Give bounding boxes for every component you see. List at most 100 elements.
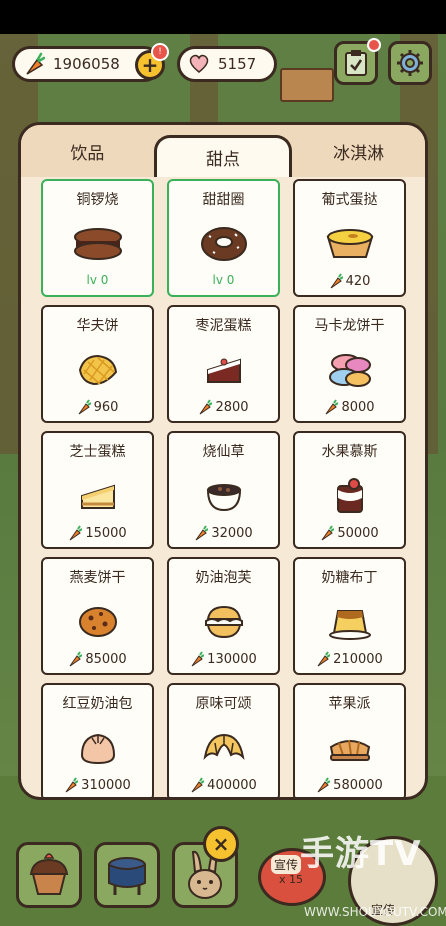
heart-currency: 5157 [177,46,277,82]
item-name: 奶油泡芙 [195,570,252,586]
carrot-icon [191,777,205,793]
gear-icon [397,50,423,76]
item-name: 甜甜圈 [202,192,245,208]
item-card-grass-jelly[interactable]: 烧仙草 32000 [167,431,280,549]
item-price: 32000 [169,525,278,541]
item-price: 8000 [295,399,404,415]
item-price: 310000 [43,777,152,793]
heart-count: 5157 [218,55,257,73]
item-name: 枣泥蛋糕 [195,318,252,334]
grass-jelly-icon [197,475,251,517]
date-cake-icon [197,349,251,391]
item-name: 马卡龙饼干 [314,318,385,334]
item-card-macaron[interactable]: 马卡龙饼干 8000 [293,305,406,423]
waffle-icon [71,349,125,391]
settings-button[interactable] [388,41,432,85]
donut-icon [197,223,251,265]
carrot-icon [191,651,205,667]
notice-dot [367,38,381,52]
item-price: 400000 [169,777,278,793]
item-card-pudding[interactable]: 奶糖布丁 210000 [293,557,406,675]
shop-panel: 饮品 甜点 冰淇淋 铜锣烧 lv 0 甜甜圈 lv 0 葡式蛋挞 420 华夫饼… [18,122,428,800]
item-name: 原味可颂 [195,696,252,712]
bun-icon [71,727,125,769]
tab-drinks[interactable]: 饮品 [21,125,154,177]
watermark-logo: 手游TV [300,834,422,874]
clipboard-icon [345,50,367,76]
item-name: 苹果派 [328,696,371,712]
carrot-icon [321,525,335,541]
carrot-icon [200,399,213,415]
carrot-icon [65,777,79,793]
item-price: 210000 [295,651,404,667]
macaron-icon [323,349,377,391]
carrot-icon [195,525,209,541]
item-grid: 铜锣烧 lv 0 甜甜圈 lv 0 葡式蛋挞 420 华夫饼 960 枣泥蛋糕 … [41,179,407,797]
carrot-currency: 1906058 + ! [12,43,169,82]
tab-ice-cream[interactable]: 冰淇淋 [292,125,425,177]
item-name: 芝士蛋糕 [69,444,126,460]
item-name: 葡式蛋挞 [321,192,378,208]
item-level: lv 0 [86,273,109,287]
oat-cookie-icon [71,601,125,643]
item-card-egg-tart[interactable]: 葡式蛋挞 420 [293,179,406,297]
status-bar [0,0,446,34]
carrot-icon [326,399,339,415]
item-card-cheesecake[interactable]: 芝士蛋糕 15000 [41,431,154,549]
carrot-icon [330,273,343,289]
item-card-fruit-mousse[interactable]: 水果慕斯 50000 [293,431,406,549]
cheesecake-icon [71,475,125,517]
item-price: 15000 [43,525,152,541]
item-card-oat-cookie[interactable]: 燕麦饼干 85000 [41,557,154,675]
item-name: 红豆奶油包 [62,696,133,712]
item-name: 烧仙草 [202,444,245,460]
item-card-dorayaki[interactable]: 铜锣烧 lv 0 [41,179,154,297]
carrot-icon [69,651,83,667]
fruit-mousse-icon [323,475,377,517]
cupcake-slot-button[interactable] [16,842,82,908]
item-card-waffle[interactable]: 华夫饼 960 [41,305,154,423]
carrot-count: 1906058 [53,55,120,73]
carrot-icon [317,777,331,793]
notice-badge: ! [151,43,169,61]
item-name: 水果慕斯 [321,444,378,460]
apple-pie-icon [323,727,377,769]
item-name: 铜锣烧 [76,192,119,208]
item-card-croissant[interactable]: 原味可颂 400000 [167,683,280,797]
cream-puff-icon [197,601,251,643]
tab-desserts[interactable]: 甜点 [153,135,293,177]
item-card-date-cake[interactable]: 枣泥蛋糕 2800 [167,305,280,423]
cupcake-icon [29,853,69,895]
item-level: lv 0 [212,273,235,287]
promo-label: 宣传 [271,855,302,874]
egg-tart-icon [323,223,377,265]
item-card-apple-pie[interactable]: 苹果派 580000 [293,683,406,797]
item-card-donut[interactable]: 甜甜圈 lv 0 [167,179,280,297]
item-card-red-bean-bun[interactable]: 红豆奶油包 310000 [41,683,154,797]
croissant-icon [197,727,251,769]
watermark-url: WWW.SHOUYOUTV.COM [304,905,446,919]
item-name: 华夫饼 [76,318,119,334]
item-name: 奶糖布丁 [321,570,378,586]
carrot-icon [21,51,47,77]
item-price: 960 [43,399,152,415]
item-price: 85000 [43,651,152,667]
table-slot-button[interactable] [94,842,160,908]
carrot-icon [69,525,83,541]
task-board-button[interactable] [334,38,381,85]
item-price: 420 [295,273,404,289]
close-button[interactable]: × [203,826,239,862]
item-name: 燕麦饼干 [69,570,126,586]
category-tabs: 饮品 甜点 冰淇淋 [21,125,425,177]
table-icon [108,857,146,895]
item-price: 50000 [295,525,404,541]
heart-icon [186,51,212,77]
item-card-cream-puff[interactable]: 奶油泡芙 130000 [167,557,280,675]
item-price: 130000 [169,651,278,667]
item-price: 580000 [295,777,404,793]
signboard [280,68,334,102]
carrot-icon [317,651,331,667]
dorayaki-icon [71,223,125,265]
pudding-icon [323,601,377,643]
item-price: 2800 [169,399,278,415]
